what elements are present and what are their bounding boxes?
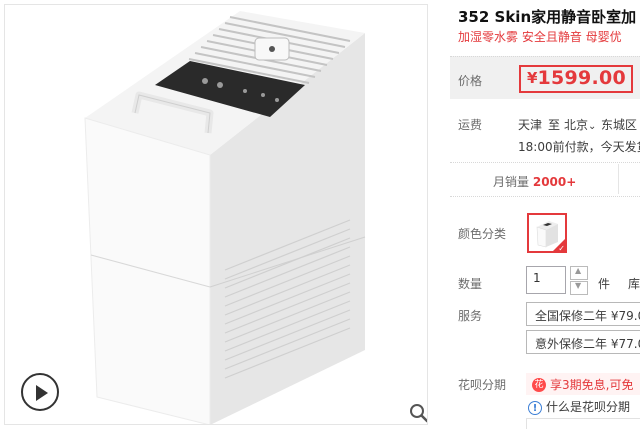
shipping-note: 18:00前付款，今天发货 bbox=[518, 140, 640, 154]
quantity-unit: 件 bbox=[598, 277, 611, 291]
product-info-panel: 352 Skin家用静音卧室加 加湿零水雾 安全且静音 母婴优 价格 ¥1599… bbox=[448, 0, 640, 429]
stock-label: 库 bbox=[628, 277, 640, 291]
product-image bbox=[84, 11, 366, 424]
chevron-up-icon: ▲ bbox=[575, 266, 582, 275]
check-icon: ✓ bbox=[558, 244, 565, 253]
monthly-sales-label: 月销量 bbox=[493, 175, 530, 189]
shipping-label: 运费 bbox=[458, 118, 483, 132]
installment-options[interactable] bbox=[526, 418, 640, 429]
service-name: 意外保修二年 bbox=[535, 337, 608, 351]
price-value: ¥1599.00 bbox=[519, 65, 633, 93]
divider bbox=[450, 162, 640, 163]
video-play-button[interactable] bbox=[21, 373, 59, 411]
color-option-white[interactable]: ✓ bbox=[527, 213, 567, 253]
divider bbox=[618, 164, 619, 194]
shipping-city-select[interactable]: 北京⌄ bbox=[564, 116, 596, 133]
zoom-icon[interactable] bbox=[408, 402, 428, 424]
info-icon: ! bbox=[528, 400, 542, 415]
quantity-increase-button[interactable]: ▲ bbox=[570, 266, 588, 280]
price-row: 价格 ¥1599.00 bbox=[450, 56, 640, 99]
price-amount: 1599.00 bbox=[537, 67, 627, 89]
monthly-sales-value: 2000+ bbox=[532, 175, 577, 189]
service-label: 服务 bbox=[458, 309, 483, 323]
product-subtitle: 加湿零水雾 安全且静音 母婴优 bbox=[458, 30, 622, 44]
service-option-accident-warranty[interactable]: 意外保修二年 ¥77.0 bbox=[526, 330, 640, 354]
product-image-gallery[interactable] bbox=[4, 4, 428, 425]
quantity-label: 数量 bbox=[458, 277, 483, 291]
huabei-promo-text: 享3期免息,可免 bbox=[550, 378, 634, 392]
price-currency: ¥ bbox=[527, 69, 538, 87]
shipping-from: 天津 bbox=[518, 118, 543, 132]
quantity-decrease-button[interactable]: ▼ bbox=[570, 281, 588, 295]
huabei-promo[interactable]: 花享3期免息,可免 bbox=[526, 373, 640, 395]
service-price: ¥79.0 bbox=[610, 309, 640, 323]
chevron-down-icon: ▼ bbox=[575, 281, 582, 290]
huabei-help-text: 什么是花呗分期 bbox=[546, 400, 631, 414]
shipping-to-word: 至 bbox=[548, 118, 561, 132]
price-label: 价格 bbox=[458, 74, 483, 88]
divider bbox=[450, 196, 640, 197]
play-icon bbox=[36, 385, 48, 401]
service-name: 全国保修二年 bbox=[535, 309, 608, 323]
shipping-district[interactable]: 东城区 bbox=[601, 116, 637, 133]
color-label: 颜色分类 bbox=[458, 227, 507, 241]
huabei-label: 花呗分期 bbox=[458, 378, 507, 392]
chevron-down-icon: ⌄ bbox=[588, 121, 597, 132]
shipping-city: 北京 bbox=[564, 118, 589, 132]
product-title: 352 Skin家用静音卧室加 bbox=[458, 8, 637, 26]
service-price: ¥77.0 bbox=[610, 337, 640, 351]
monthly-sales: 月销量 2000+ bbox=[493, 173, 576, 190]
huabei-logo-icon: 花 bbox=[532, 377, 546, 392]
service-option-national-warranty[interactable]: 全国保修二年 ¥79.0 bbox=[526, 302, 640, 326]
quantity-input[interactable]: 1 bbox=[526, 266, 566, 294]
huabei-help-link[interactable]: ! 什么是花呗分期 bbox=[528, 398, 630, 415]
